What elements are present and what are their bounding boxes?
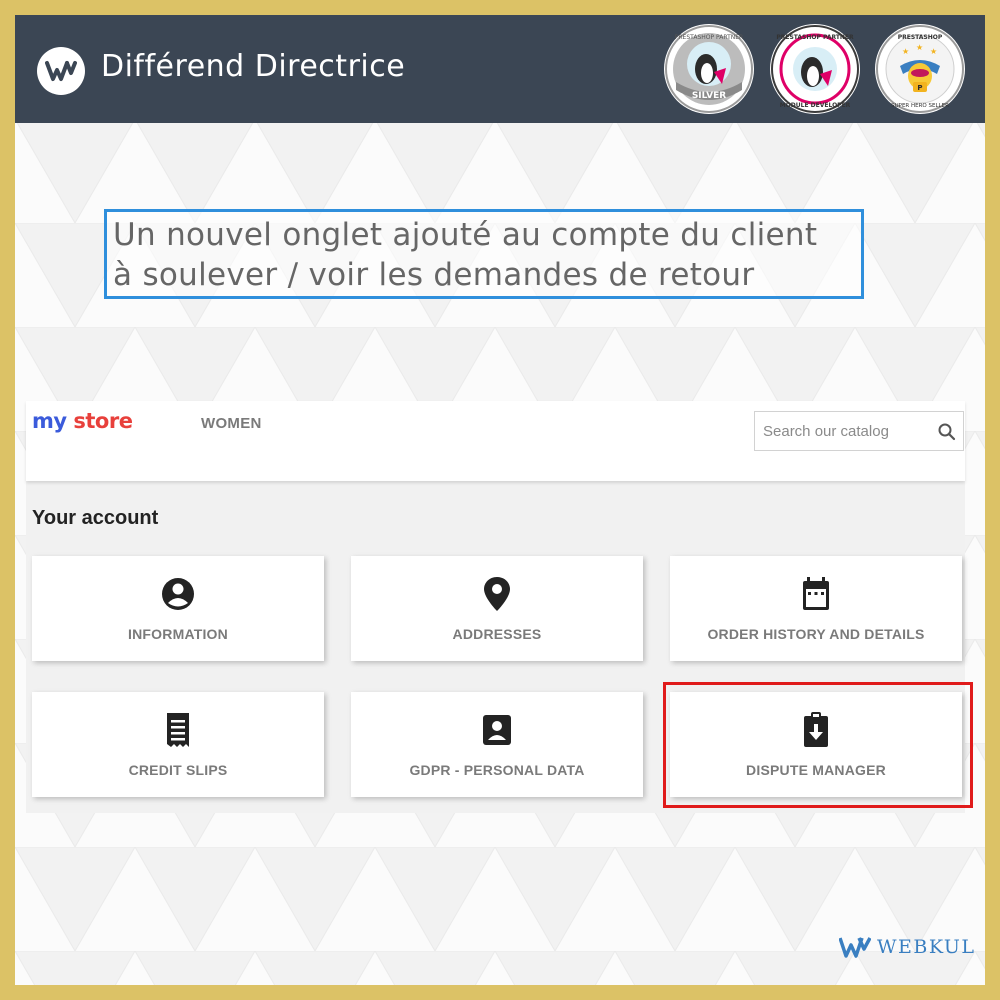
webkul-footer-logo: WEBKUL [839, 936, 976, 958]
receipt-icon [167, 713, 189, 747]
svg-text:★: ★ [916, 43, 923, 52]
webkul-logo-icon [45, 61, 77, 81]
badge-3-bottom-text: SUPER HERO SELLER [891, 103, 949, 109]
dispute-manager-highlight [663, 682, 973, 808]
badge-1-bottom-text: SILVER [692, 91, 726, 101]
badge-2-bottom-text: MODULE DEVELOPER [780, 102, 851, 109]
account-title: Your account [32, 507, 159, 529]
tile-order-history[interactable]: ORDER HISTORY AND DETAILS [670, 556, 962, 661]
caption-line-1: Un nouvel onglet ajouté au compte du cli… [113, 217, 818, 253]
svg-text:★: ★ [930, 47, 937, 56]
tile-information[interactable]: INFORMATION [32, 556, 324, 661]
feature-caption-box: Un nouvel onglet ajouté au compte du cli… [104, 209, 864, 299]
badge-3-top-text: PRESTASHOP [898, 34, 943, 41]
svg-text:P: P [917, 84, 922, 92]
tile-credit-slips-label: CREDIT SLIPS [128, 762, 228, 778]
tile-gdpr[interactable]: GDPR - PERSONAL DATA [351, 692, 643, 797]
tile-addresses-label: ADDRESSES [452, 626, 542, 642]
badge-2-top-text: PRESTASHOP PARTNER [776, 34, 854, 41]
prestashop-silver-badge: PRESTASHOP PARTNER SILVER [664, 24, 754, 114]
nav-item-women[interactable]: WOMEN [201, 415, 262, 432]
page-title: Différend Directrice [101, 49, 406, 84]
prestashop-super-hero-seller-badge: ★ ★ ★ P PRESTASHOP SUPER HERO SELLER [875, 24, 965, 114]
map-pin-icon [484, 577, 510, 611]
webkul-mark-icon [839, 937, 871, 958]
tile-order-history-label: ORDER HISTORY AND DETAILS [707, 626, 925, 642]
tile-credit-slips[interactable]: CREDIT SLIPS [32, 692, 324, 797]
badge-1-top-text: PRESTASHOP PARTNER [675, 34, 743, 41]
prestashop-module-developer-badge: PRESTASHOP PARTNER MODULE DEVELOPER [770, 24, 860, 114]
search-input[interactable] [763, 420, 933, 442]
store-logo[interactable]: my store [32, 409, 133, 433]
webkul-logo [37, 47, 85, 95]
tile-information-label: INFORMATION [128, 626, 228, 642]
svg-text:★: ★ [902, 47, 909, 56]
caption-line-2: à soulever / voir les demandes de retour [113, 257, 755, 293]
tile-addresses[interactable]: ADDRESSES [351, 556, 643, 661]
header-bar: Différend Directrice PRESTASHOP PARTNER … [15, 15, 985, 123]
id-card-icon [483, 715, 511, 745]
user-circle-icon [162, 578, 194, 610]
store-logo-part-2: store [73, 409, 133, 433]
search-box [754, 411, 964, 451]
search-icon[interactable] [937, 422, 957, 442]
store-logo-part-1: my [32, 409, 67, 433]
calendar-icon [803, 577, 829, 610]
store-header: my store WOMEN [26, 401, 965, 481]
image-frame: Différend Directrice PRESTASHOP PARTNER … [0, 0, 1000, 1000]
tile-gdpr-label: GDPR - PERSONAL DATA [409, 762, 585, 778]
webkul-footer-text: WEBKUL [877, 936, 976, 958]
